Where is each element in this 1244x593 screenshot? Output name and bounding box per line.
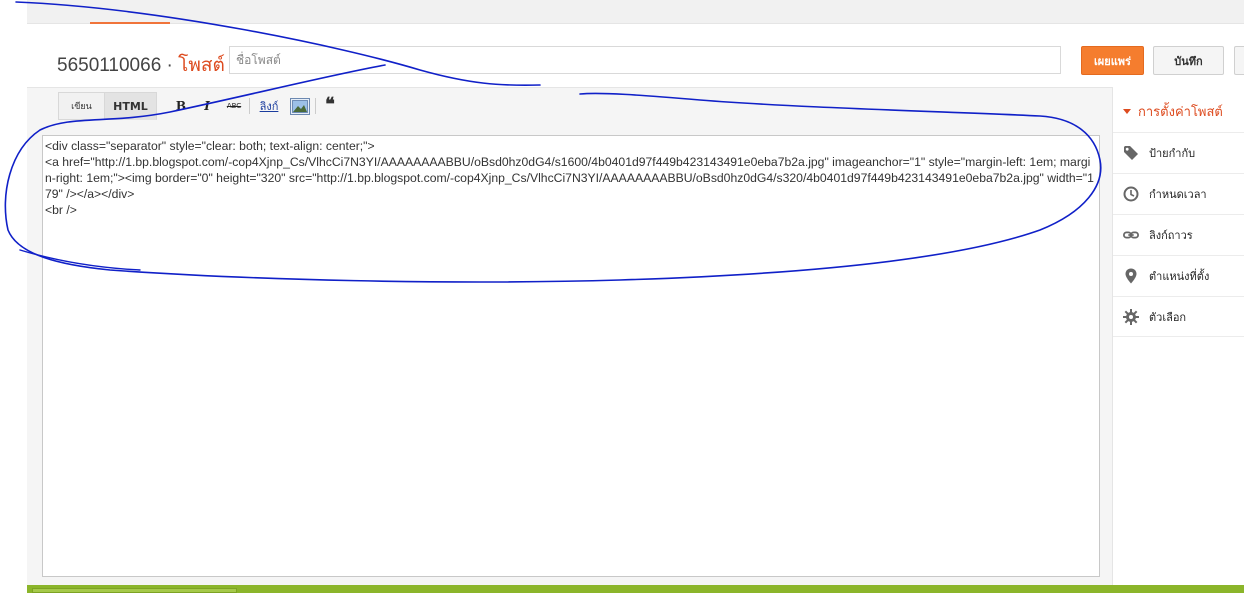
caret-down-icon xyxy=(1123,109,1131,114)
toolbar-divider xyxy=(249,98,250,114)
post-breadcrumb: 5650110066 · โพสต์ xyxy=(57,50,225,80)
strikethrough-button[interactable]: ABC xyxy=(224,96,244,116)
sidebar-item-options[interactable]: ตัวเลือก xyxy=(1113,296,1244,337)
sidebar-item-label: กำหนดเวลา xyxy=(1149,188,1207,201)
tag-icon xyxy=(1123,145,1139,161)
bottom-status-bar xyxy=(27,585,1244,593)
editor-header: 5650110066 · โพสต์ เผยแพร่ บันทึก xyxy=(27,24,1244,87)
location-pin-icon xyxy=(1123,268,1139,284)
sidebar-item-schedule[interactable]: กำหนดเวลา xyxy=(1113,173,1244,214)
save-button[interactable]: บันทึก xyxy=(1153,46,1224,75)
post-title-input[interactable] xyxy=(229,46,1061,74)
tab-compose[interactable]: เขียน xyxy=(58,92,105,120)
sidebar-item-label: ตัวเลือก xyxy=(1149,310,1187,324)
post-settings-sidebar: การตั้งค่าโพสต์ ป้ายกำกับ กำหนดเวลา ลิงก… xyxy=(1112,87,1244,585)
html-code-editor[interactable]: <div class="separator" style="clear: bot… xyxy=(42,135,1100,577)
sidebar-item-label: ป้ายกำกับ xyxy=(1149,147,1196,160)
more-button[interactable] xyxy=(1234,46,1244,75)
link-button[interactable]: ลิงก์ xyxy=(256,96,282,116)
post-settings-title: การตั้งค่าโพสต์ xyxy=(1138,105,1223,120)
sidebar-item-location[interactable]: ตำแหน่งที่ตั้ง xyxy=(1113,255,1244,296)
sidebar-item-permalink[interactable]: ลิงก์ถาวร xyxy=(1113,214,1244,255)
post-editor-page: { "header": { "blog_id": "5650110066", "… xyxy=(0,0,1244,593)
sidebar-item-labels[interactable]: ป้ายกำกับ xyxy=(1113,132,1244,173)
insert-image-button[interactable] xyxy=(289,96,310,116)
top-strip xyxy=(27,0,1244,24)
quote-button[interactable]: ❝ xyxy=(322,94,338,115)
post-label: โพสต์ xyxy=(178,55,225,76)
editor-toolbar: เขียน HTML B I ABC ลิงก์ ❝ xyxy=(27,88,1112,124)
editor-panel: เขียน HTML B I ABC ลิงก์ ❝ <div class="s… xyxy=(27,87,1112,585)
link-icon xyxy=(1123,227,1139,243)
gear-icon xyxy=(1123,308,1139,325)
bottom-bar-segment xyxy=(32,588,237,593)
clock-icon xyxy=(1123,186,1139,202)
blog-id-label: 5650110066 xyxy=(57,55,162,76)
bold-button[interactable]: B xyxy=(173,96,189,116)
sidebar-item-label: ลิงก์ถาวร xyxy=(1149,229,1193,242)
post-settings-header[interactable]: การตั้งค่าโพสต์ xyxy=(1123,101,1223,122)
tab-html[interactable]: HTML xyxy=(104,92,157,120)
italic-button[interactable]: I xyxy=(200,96,214,116)
breadcrumb-separator: · xyxy=(166,55,173,76)
sidebar-item-label: ตำแหน่งที่ตั้ง xyxy=(1149,270,1210,283)
image-icon xyxy=(289,97,310,115)
publish-button[interactable]: เผยแพร่ xyxy=(1081,46,1144,75)
toolbar-divider xyxy=(315,98,316,114)
